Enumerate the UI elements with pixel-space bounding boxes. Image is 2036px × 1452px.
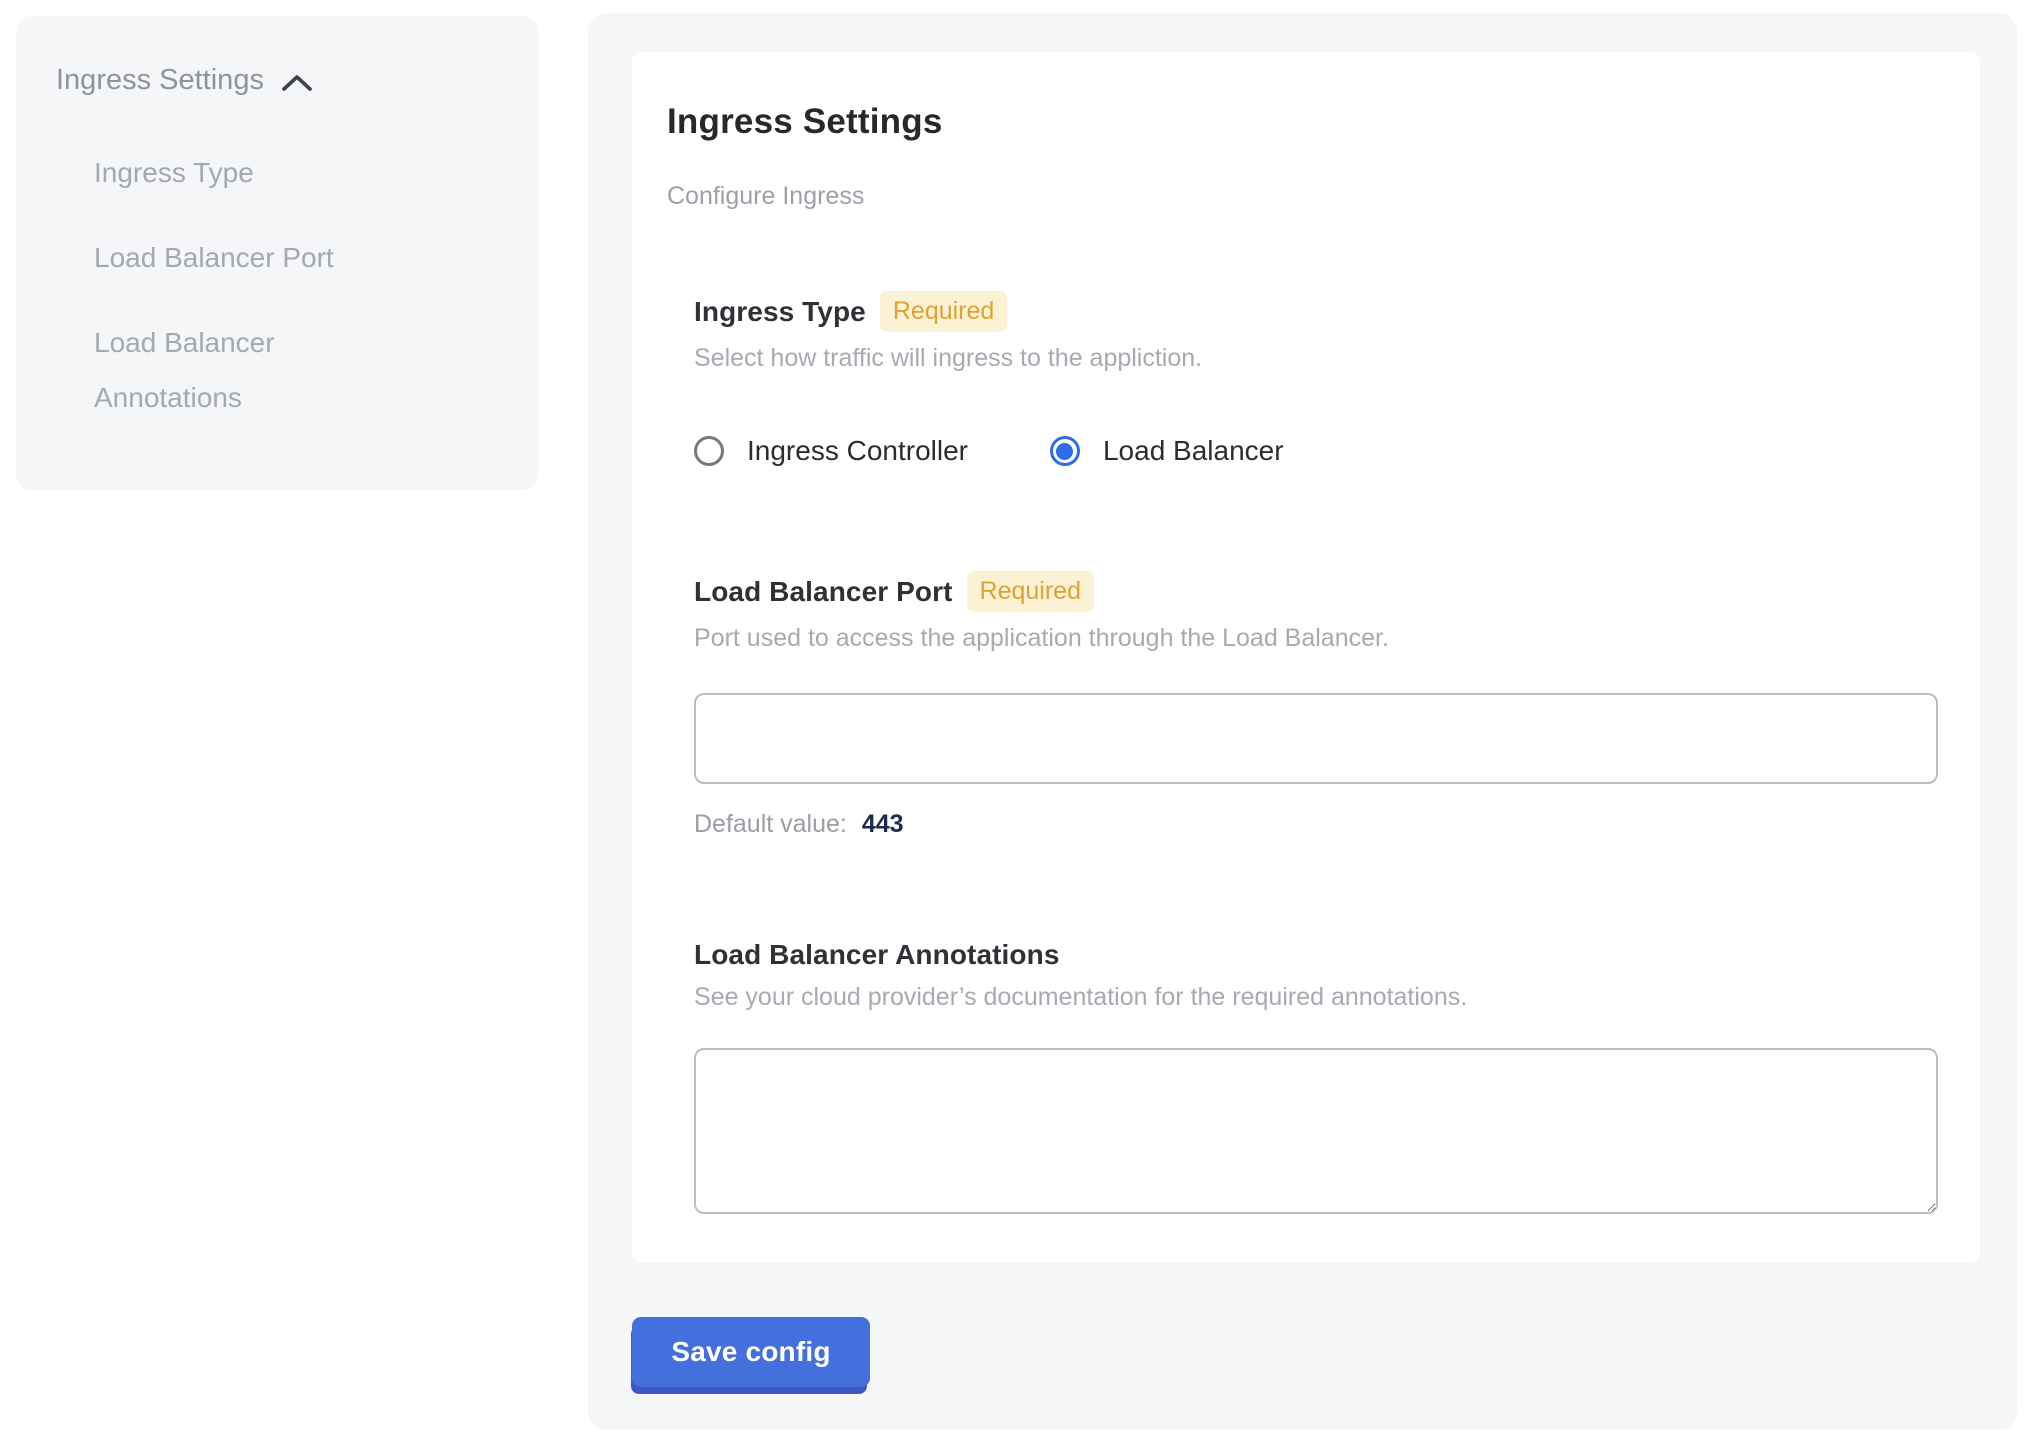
radio-label: Load Balancer — [1103, 435, 1284, 467]
section-title: Load Balancer Port — [694, 576, 953, 608]
sidebar-item-load-balancer-port[interactable]: Load Balancer Port — [94, 230, 414, 285]
required-badge: Required — [967, 571, 1094, 612]
section-load-balancer-annotations: Load Balancer Annotations See your cloud… — [694, 939, 1938, 1214]
radio-label: Ingress Controller — [747, 435, 968, 467]
section-title: Load Balancer Annotations — [694, 939, 1060, 971]
section-load-balancer-port: Load Balancer Port Required Port used to… — [694, 571, 1938, 839]
sidebar-group-label: Ingress Settings — [56, 64, 264, 97]
sidebar-item-ingress-type[interactable]: Ingress Type — [94, 145, 414, 200]
section-title-row: Ingress Type Required — [694, 291, 1938, 332]
default-value-row: Default value: 443 — [694, 810, 1938, 839]
load-balancer-port-input[interactable] — [694, 693, 1938, 784]
ingress-settings-card: Ingress Settings Configure Ingress Ingre… — [632, 52, 1980, 1263]
default-value-label: Default value: — [694, 810, 847, 838]
ingress-settings-panel: Ingress Settings Configure Ingress Ingre… — [588, 13, 2017, 1430]
page-title: Ingress Settings — [667, 102, 1938, 142]
settings-sidebar: Ingress Settings Ingress Type Load Balan… — [16, 16, 538, 490]
sidebar-item-load-balancer-annotations[interactable]: Load Balancer Annotations — [94, 315, 414, 425]
section-ingress-type: Ingress Type Required Select how traffic… — [694, 291, 1938, 467]
radio-unchecked-icon[interactable] — [694, 436, 724, 466]
section-title-row: Load Balancer Annotations — [694, 939, 1938, 971]
section-description: Select how traffic will ingress to the a… — [694, 344, 1938, 373]
section-title-row: Load Balancer Port Required — [694, 571, 1938, 612]
load-balancer-annotations-textarea[interactable] — [694, 1048, 1938, 1214]
page-subtitle: Configure Ingress — [667, 182, 1938, 211]
radio-checked-icon[interactable] — [1050, 436, 1080, 466]
save-config-button[interactable]: Save config — [632, 1317, 870, 1387]
section-title: Ingress Type — [694, 296, 866, 328]
default-value: 443 — [862, 810, 904, 838]
chevron-up-icon — [280, 72, 314, 94]
sidebar-item-list: Ingress Type Load Balancer Port Load Bal… — [94, 145, 498, 425]
ingress-type-radio-group: Ingress Controller Load Balancer — [694, 435, 1938, 467]
radio-option-load-balancer[interactable]: Load Balancer — [1050, 435, 1284, 467]
sidebar-group-ingress-settings[interactable]: Ingress Settings — [56, 64, 498, 97]
form-sections: Ingress Type Required Select how traffic… — [694, 291, 1938, 1214]
section-description: See your cloud provider’s documentation … — [694, 983, 1938, 1012]
required-badge: Required — [880, 291, 1007, 332]
radio-option-ingress-controller[interactable]: Ingress Controller — [694, 435, 968, 467]
section-description: Port used to access the application thro… — [694, 624, 1938, 653]
